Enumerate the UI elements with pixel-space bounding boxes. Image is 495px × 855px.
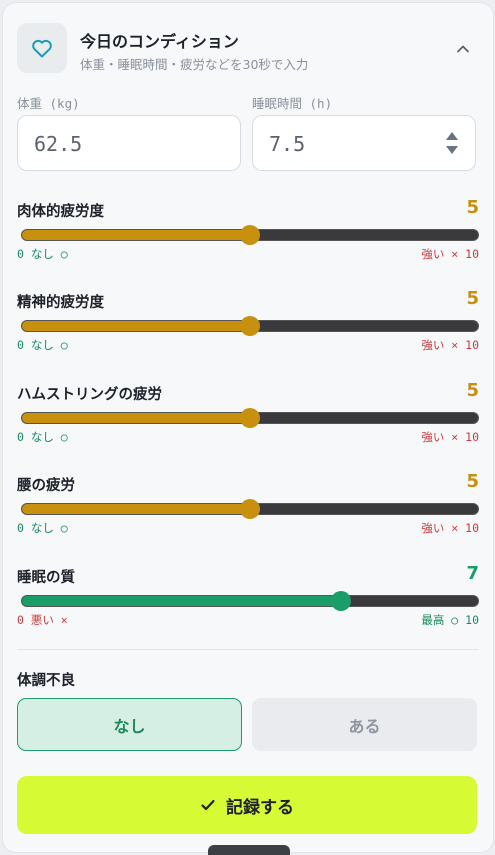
slider-track[interactable] <box>21 591 479 611</box>
slider-value: 5 <box>466 380 479 401</box>
slider-min-label: 0 なし ○ <box>17 430 68 444</box>
slider-fill <box>22 230 250 240</box>
slider-label: 精神的疲労度 <box>17 295 104 311</box>
slider-value: 5 <box>466 288 479 309</box>
slider-track[interactable] <box>21 408 479 428</box>
chevron-up-icon <box>457 45 469 53</box>
slider-min-label: 0 なし ○ <box>17 247 68 261</box>
slider-track[interactable] <box>21 225 479 245</box>
illness-label: 体調不良 <box>17 673 75 689</box>
sleep-hours-label: 睡眠時間 (h) <box>252 96 333 111</box>
slider-fill <box>22 596 342 606</box>
bottom-handle <box>208 845 290 855</box>
slider-thumb[interactable] <box>240 316 260 336</box>
sleep-hours-value: 7.5 <box>269 132 306 156</box>
slider-fill <box>22 321 250 331</box>
slider-block: 肉体的疲労度 5 0 なし ○ 強い × 10 <box>17 197 479 272</box>
illness-none-button[interactable]: なし <box>17 698 242 751</box>
slider-thumb[interactable] <box>240 225 260 245</box>
slider-min-label: 0 なし ○ <box>17 338 68 352</box>
record-button-label: 記録する <box>226 797 294 818</box>
slider-fill <box>22 413 250 423</box>
sleep-hours-input[interactable]: 7.5 <box>252 115 476 171</box>
slider-value: 5 <box>466 471 479 492</box>
heart-icon <box>32 39 52 58</box>
slider-thumb[interactable] <box>240 499 260 519</box>
slider-label: 睡眠の質 <box>17 570 75 586</box>
slider-block: ハムストリングの疲労 5 0 なし ○ 強い × 10 <box>17 380 479 455</box>
slider-max-label: 強い × 10 <box>421 430 479 444</box>
weight-input[interactable]: 62.5 <box>17 115 241 171</box>
slider-block: 精神的疲労度 5 0 なし ○ 強い × 10 <box>17 288 479 363</box>
condition-card: 今日のコンディション 体重・睡眠時間・疲労などを30秒で入力 体重 (kg) 6… <box>2 2 494 853</box>
weight-label: 体重 (kg) <box>17 96 80 111</box>
collapse-button[interactable] <box>451 37 475 61</box>
slider-block: 腰の疲労 5 0 なし ○ 強い × 10 <box>17 471 479 546</box>
slider-max-label: 最高 ○ 10 <box>421 613 479 627</box>
number-spinner-icon[interactable] <box>445 130 459 156</box>
card-header[interactable]: 今日のコンディション 体重・睡眠時間・疲労などを30秒で入力 <box>17 23 479 75</box>
slider-value: 5 <box>466 197 479 218</box>
weight-value: 62.5 <box>34 132 83 156</box>
slider-max-label: 強い × 10 <box>421 247 479 261</box>
slider-thumb[interactable] <box>331 591 352 611</box>
heart-icon-box <box>17 23 67 73</box>
slider-track[interactable] <box>21 499 479 519</box>
illness-yes-button[interactable]: ある <box>252 698 477 751</box>
slider-label: 腰の疲労 <box>17 478 75 494</box>
slider-thumb[interactable] <box>240 408 260 428</box>
check-icon <box>201 799 215 811</box>
record-button[interactable]: 記録する <box>17 776 477 834</box>
slider-max-label: 強い × 10 <box>421 521 479 535</box>
slider-label: ハムストリングの疲労 <box>17 387 162 403</box>
card-title: 今日のコンディション <box>80 32 239 51</box>
slider-track[interactable] <box>21 316 479 336</box>
slider-min-label: 0 なし ○ <box>17 521 68 535</box>
slider-label: 肉体的疲労度 <box>17 204 104 220</box>
slider-block: 睡眠の質 7 0 悪い × 最高 ○ 10 <box>17 563 479 638</box>
divider <box>17 649 479 650</box>
slider-min-label: 0 悪い × <box>17 613 68 627</box>
slider-value: 7 <box>466 563 479 584</box>
card-subtitle: 体重・睡眠時間・疲労などを30秒で入力 <box>80 57 309 72</box>
slider-max-label: 強い × 10 <box>421 338 479 352</box>
slider-fill <box>22 504 250 514</box>
